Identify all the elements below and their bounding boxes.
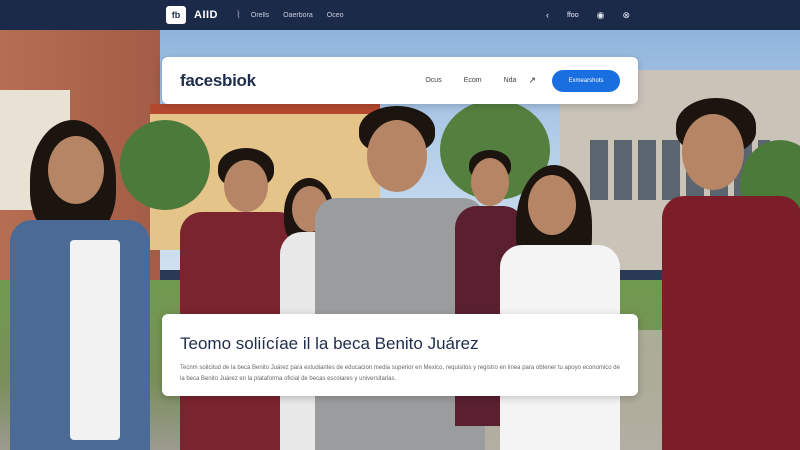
- top-link-2[interactable]: Oaerbora: [283, 12, 313, 19]
- back-icon[interactable]: ‹: [546, 10, 549, 20]
- top-link-3[interactable]: Oceo: [327, 12, 344, 19]
- top-right-label[interactable]: ffoo: [567, 12, 579, 19]
- app-logo[interactable]: fb: [166, 6, 186, 24]
- cta-button[interactable]: Exmearshots: [552, 69, 620, 92]
- article-body: Tecnm solicitud de la beca Benito Juárez…: [180, 365, 620, 382]
- header-nav: Ocus Ecom Nda: [425, 77, 516, 84]
- article-title: Teomo soliícíae il la beca Benito Juárez: [180, 334, 479, 353]
- nav-item-2[interactable]: Ecom: [464, 77, 482, 84]
- info-icon[interactable]: ⊗: [622, 10, 630, 21]
- notification-icon[interactable]: ◉: [597, 10, 605, 21]
- top-links: Orells Oaerbora Oceo: [251, 12, 344, 19]
- divider-icon: ⌇: [236, 9, 241, 21]
- top-navbar: fb AIID ⌇ Orells Oaerbora Oceo: [0, 0, 800, 30]
- nav-item-1[interactable]: Ocus: [425, 77, 441, 84]
- share-icon[interactable]: ↗: [528, 75, 536, 86]
- top-right-actions: ‹ ffoo ◉ ⊗: [546, 0, 630, 30]
- site-header: facesbiok Ocus Ecom Nda ↗ Exmearshots: [162, 57, 638, 104]
- article-card: Teomo soliícíae il la beca Benito Juárez…: [162, 314, 638, 396]
- brand-name[interactable]: AIID: [194, 9, 218, 21]
- site-logo[interactable]: facesbiok: [180, 71, 256, 91]
- nav-item-3[interactable]: Nda: [504, 77, 517, 84]
- top-link-1[interactable]: Orells: [251, 12, 269, 19]
